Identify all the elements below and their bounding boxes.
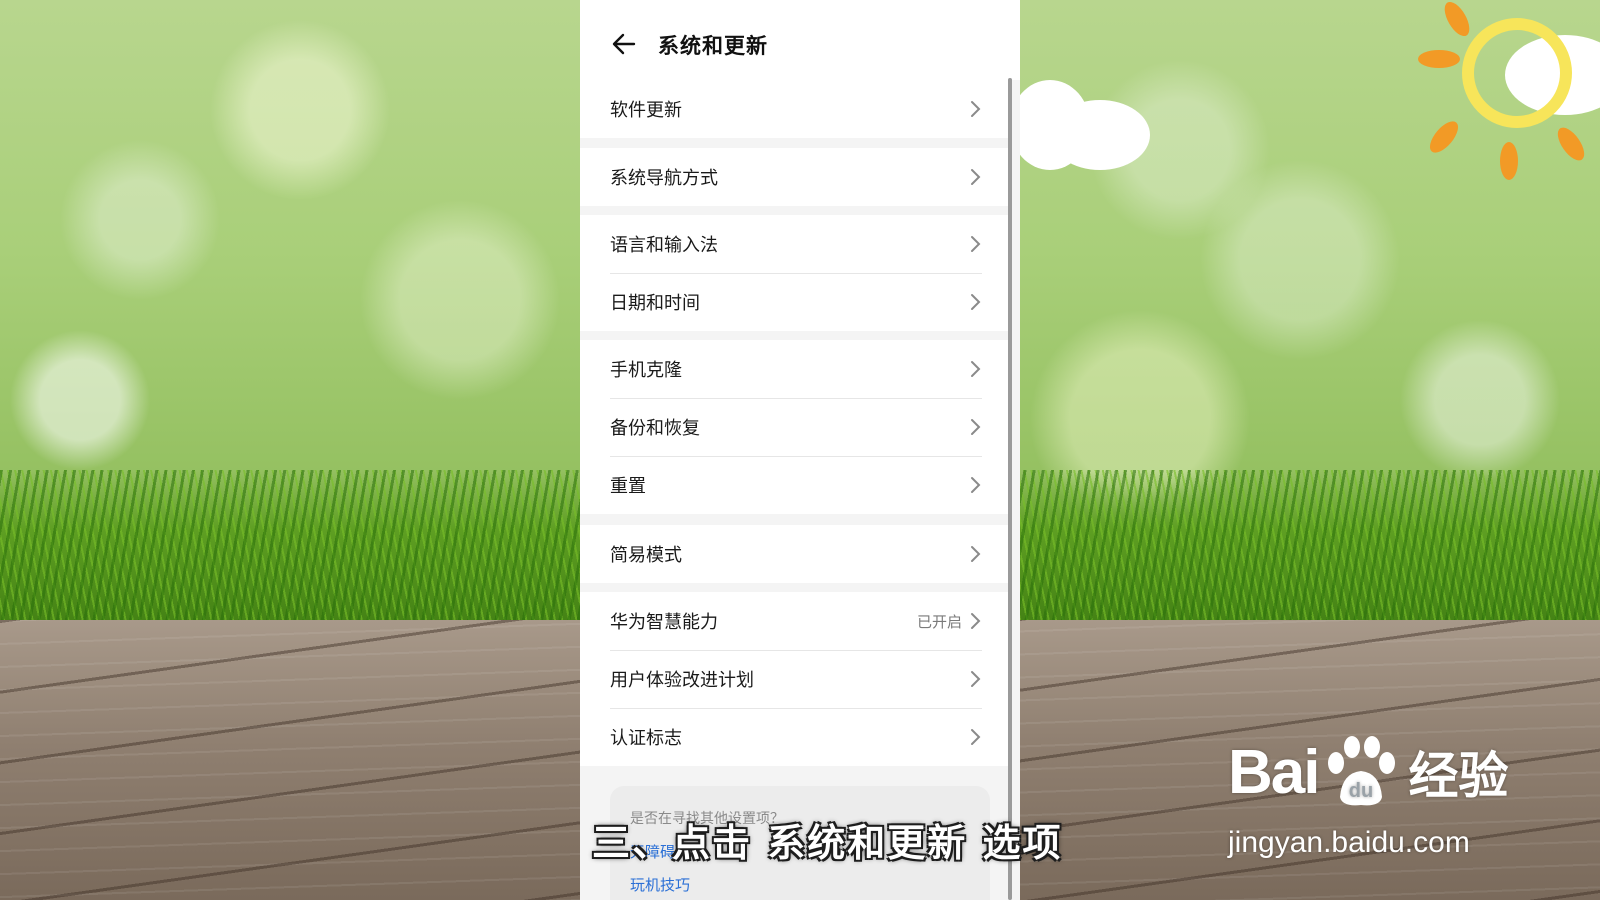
settings-item-label: 简易模式: [610, 545, 682, 566]
chevron-right-icon: [971, 169, 981, 185]
settings-item-reset[interactable]: 重置: [580, 456, 1012, 514]
chevron-right-icon: [971, 671, 981, 687]
settings-item-label: 手机克隆: [610, 360, 682, 381]
settings-item-certification[interactable]: 认证标志: [580, 708, 1012, 766]
chevron-right-icon: [971, 294, 981, 310]
settings-group: 系统导航方式: [580, 148, 1012, 206]
watermark-brand-cn: 经验: [1408, 748, 1509, 804]
settings-group: 华为智慧能力 已开启 用户体验改进计划 认证标志: [580, 592, 1012, 766]
settings-item-label: 用户体验改进计划: [610, 670, 754, 691]
paw-icon: du: [1328, 736, 1396, 806]
status-value: 已开启: [916, 612, 962, 631]
cloud-left-2: [1050, 100, 1150, 170]
scrollbar-thumb[interactable]: [1008, 78, 1012, 900]
settings-item-label: 重置: [610, 476, 646, 497]
phone-screen: 系统和更新 软件更新 系统导航方式 语言和输入法 日期和时间 手机克隆 备份和恢…: [580, 0, 1020, 900]
settings-group: 语言和输入法 日期和时间: [580, 215, 1012, 331]
settings-item-date-time[interactable]: 日期和时间: [580, 273, 1012, 331]
page-title: 系统和更新: [658, 34, 768, 58]
settings-group: 手机克隆 备份和恢复 重置: [580, 340, 1012, 514]
chevron-right-icon: [971, 546, 981, 562]
settings-item-label: 备份和恢复: [610, 418, 700, 439]
chevron-right-icon: [971, 236, 981, 252]
settings-item-label: 认证标志: [610, 728, 682, 749]
sun-ray: [1418, 50, 1460, 68]
chevron-right-icon: [971, 419, 981, 435]
chevron-right-icon: [971, 477, 981, 493]
watermark-url: jingyan.baidu.com: [1228, 826, 1470, 859]
back-arrow-icon[interactable]: [610, 30, 638, 58]
settings-item-label: 语言和输入法: [610, 235, 718, 256]
tips-link[interactable]: 玩机技巧: [630, 874, 690, 895]
settings-item-simple-mode[interactable]: 简易模式: [580, 525, 1012, 583]
settings-group: 软件更新: [580, 80, 1012, 138]
sun-ray: [1500, 142, 1518, 180]
chevron-right-icon: [971, 361, 981, 377]
settings-item-label: 软件更新: [610, 100, 682, 121]
scrollbar[interactable]: [1008, 78, 1012, 900]
settings-item-huawei-ai[interactable]: 华为智慧能力 已开启: [580, 592, 1012, 650]
sun-icon: [1462, 18, 1572, 128]
settings-item-label: 日期和时间: [610, 293, 700, 314]
settings-item-label: 系统导航方式: [610, 168, 718, 189]
svg-text:du: du: [1349, 780, 1373, 802]
settings-item-system-navigation[interactable]: 系统导航方式: [580, 148, 1012, 206]
baidu-jingyan-logo: Bai du 经验: [1228, 735, 1508, 809]
app-header: 系统和更新: [580, 0, 1020, 80]
chevron-right-icon: [971, 729, 981, 745]
chevron-right-icon: [971, 613, 981, 629]
settings-item-label: 华为智慧能力: [610, 612, 718, 633]
settings-item-backup-restore[interactable]: 备份和恢复: [580, 398, 1012, 456]
settings-item-user-experience[interactable]: 用户体验改进计划: [580, 650, 1012, 708]
settings-group: 简易模式: [580, 525, 1012, 583]
video-subtitle: 三、点击 系统和更新 选项: [592, 821, 1063, 865]
settings-item-language-input[interactable]: 语言和输入法: [580, 215, 1012, 273]
chevron-right-icon: [971, 101, 981, 117]
settings-item-phone-clone[interactable]: 手机克隆: [580, 340, 1012, 398]
watermark-brand: Bai: [1228, 737, 1320, 807]
settings-item-software-update[interactable]: 软件更新: [580, 80, 1012, 138]
